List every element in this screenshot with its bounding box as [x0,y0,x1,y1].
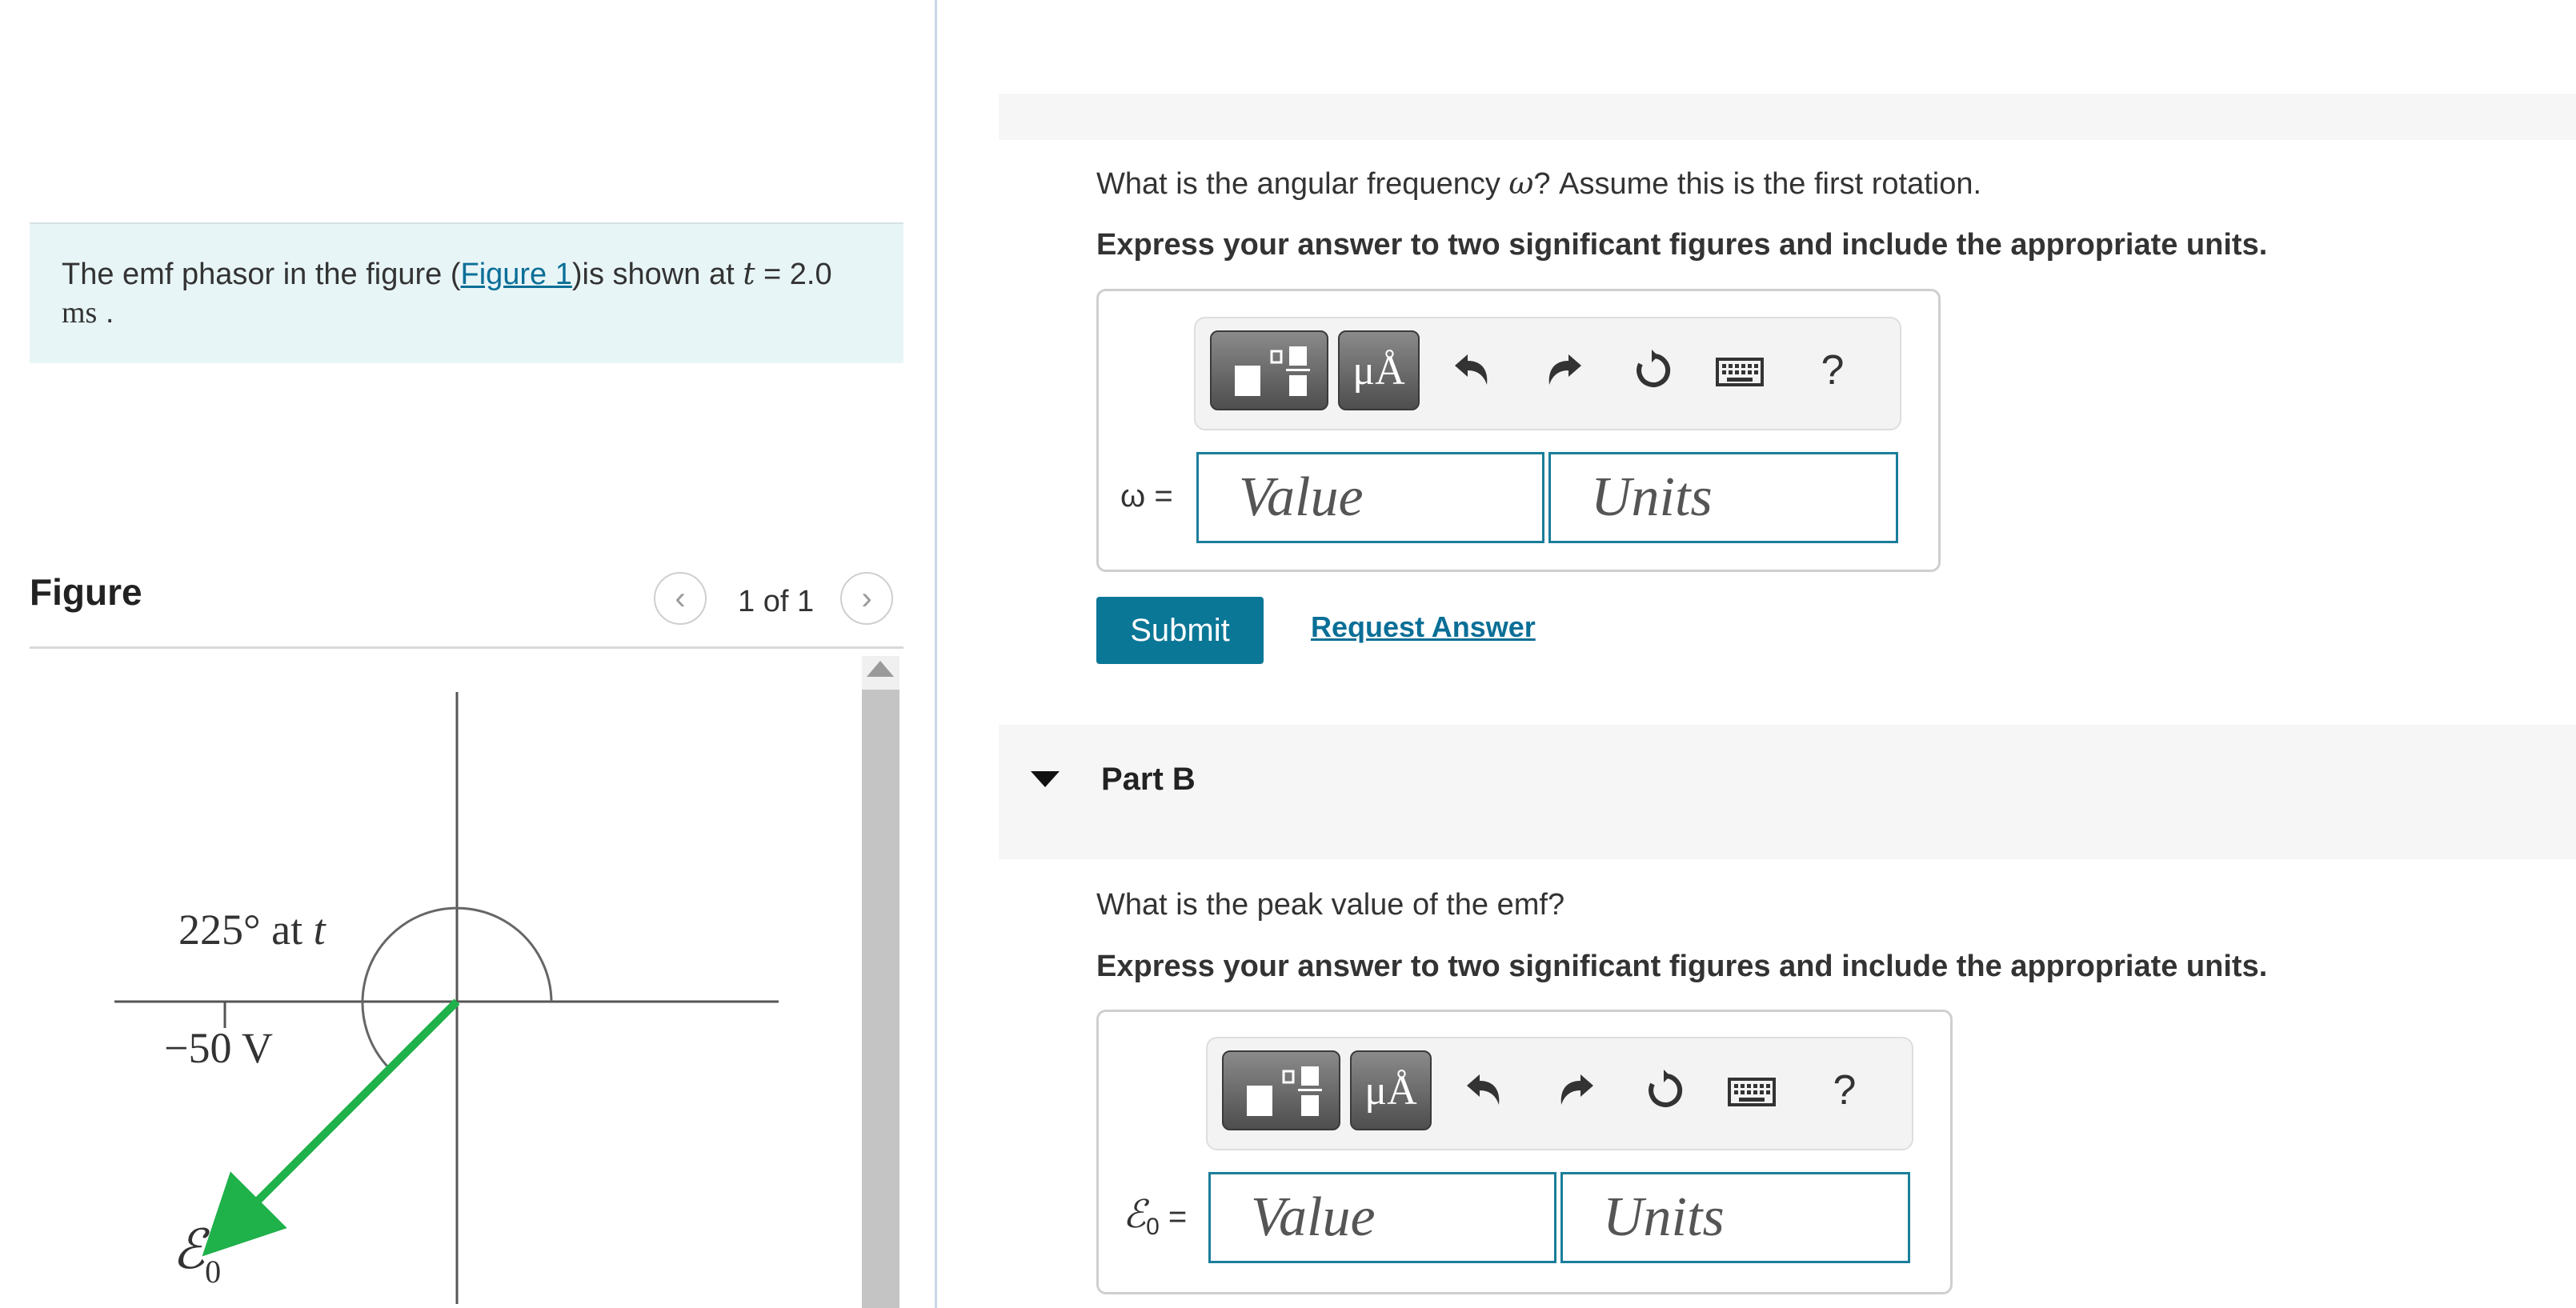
emf-label: ℰ0 [172,1219,221,1290]
figure-title: Figure [30,571,142,613]
keyboard-icon[interactable] [1716,356,1764,388]
help-icon[interactable]: ? [1821,1066,1869,1114]
units-symbols-button[interactable]: μÅ [1350,1050,1432,1130]
templates-button[interactable] [1210,330,1328,410]
part-b-title[interactable]: Part B [1101,762,1196,798]
figure-divider [30,646,903,649]
help-icon[interactable]: ? [1809,346,1857,394]
figure-counter: 1 of 1 [738,585,815,618]
emf-var-label: ℰ0 = [1123,1194,1188,1240]
reset-icon[interactable] [1629,346,1677,394]
figure-1-link[interactable]: Figure 1 [460,258,571,291]
next-figure-button[interactable]: › [840,572,893,625]
templates-button[interactable] [1222,1050,1340,1130]
fraction-template-icon [1235,346,1310,396]
scrollbar-thumb[interactable] [862,690,899,1308]
part-a-question: What is the angular frequency ω? Assume … [1096,166,1982,201]
previous-figure-button[interactable]: ‹ [654,572,707,625]
undo-icon[interactable] [1447,346,1495,394]
fraction-template-icon [1247,1066,1322,1116]
part-a-units-input[interactable]: Units [1548,452,1898,543]
part-b-header[interactable] [999,725,2576,859]
keyboard-icon[interactable] [1728,1076,1776,1108]
part-b-instruction: Express your answer to two significant f… [1096,950,2268,983]
chevron-left-icon: ‹ [675,580,686,616]
period: . [105,296,114,330]
chevron-right-icon: › [861,580,872,616]
part-a-value-input[interactable]: Value [1196,452,1544,543]
reset-icon[interactable] [1641,1066,1689,1114]
redo-icon[interactable] [1553,1066,1601,1114]
part-b-units-input[interactable]: Units [1560,1172,1910,1263]
problem-text-middle: )is shown at [571,258,743,291]
omega-label: ω = [1120,478,1173,514]
value-label: −50 V [164,1024,273,1072]
request-answer-link[interactable]: Request Answer [1311,610,1536,644]
problem-text-start: The emf phasor in the figure ( [62,258,461,291]
part-b-value-input[interactable]: Value [1208,1172,1556,1263]
submit-button[interactable]: Submit [1096,597,1264,664]
scroll-up-arrow-icon[interactable] [867,661,894,677]
angle-label: 225° at t [178,906,327,954]
time-unit: ms [62,296,98,330]
part-b-question: What is the peak value of the emf? [1096,888,1565,922]
part-a-instruction: Express your answer to two significant f… [1096,228,2268,262]
redo-icon[interactable] [1541,346,1589,394]
phasor-figure: 225° at t −50 V ℰ0 [114,692,779,1304]
t-value: = 2.0 [755,258,832,291]
part-a-header-strip [999,94,2576,140]
units-symbols-button[interactable]: μÅ [1338,330,1420,410]
t-symbol: t [743,256,755,291]
caret-down-icon[interactable] [1031,771,1060,787]
undo-icon[interactable] [1459,1066,1507,1114]
pane-divider[interactable] [935,0,937,1308]
problem-statement: The emf phasor in the figure (Figure 1)i… [62,254,832,332]
